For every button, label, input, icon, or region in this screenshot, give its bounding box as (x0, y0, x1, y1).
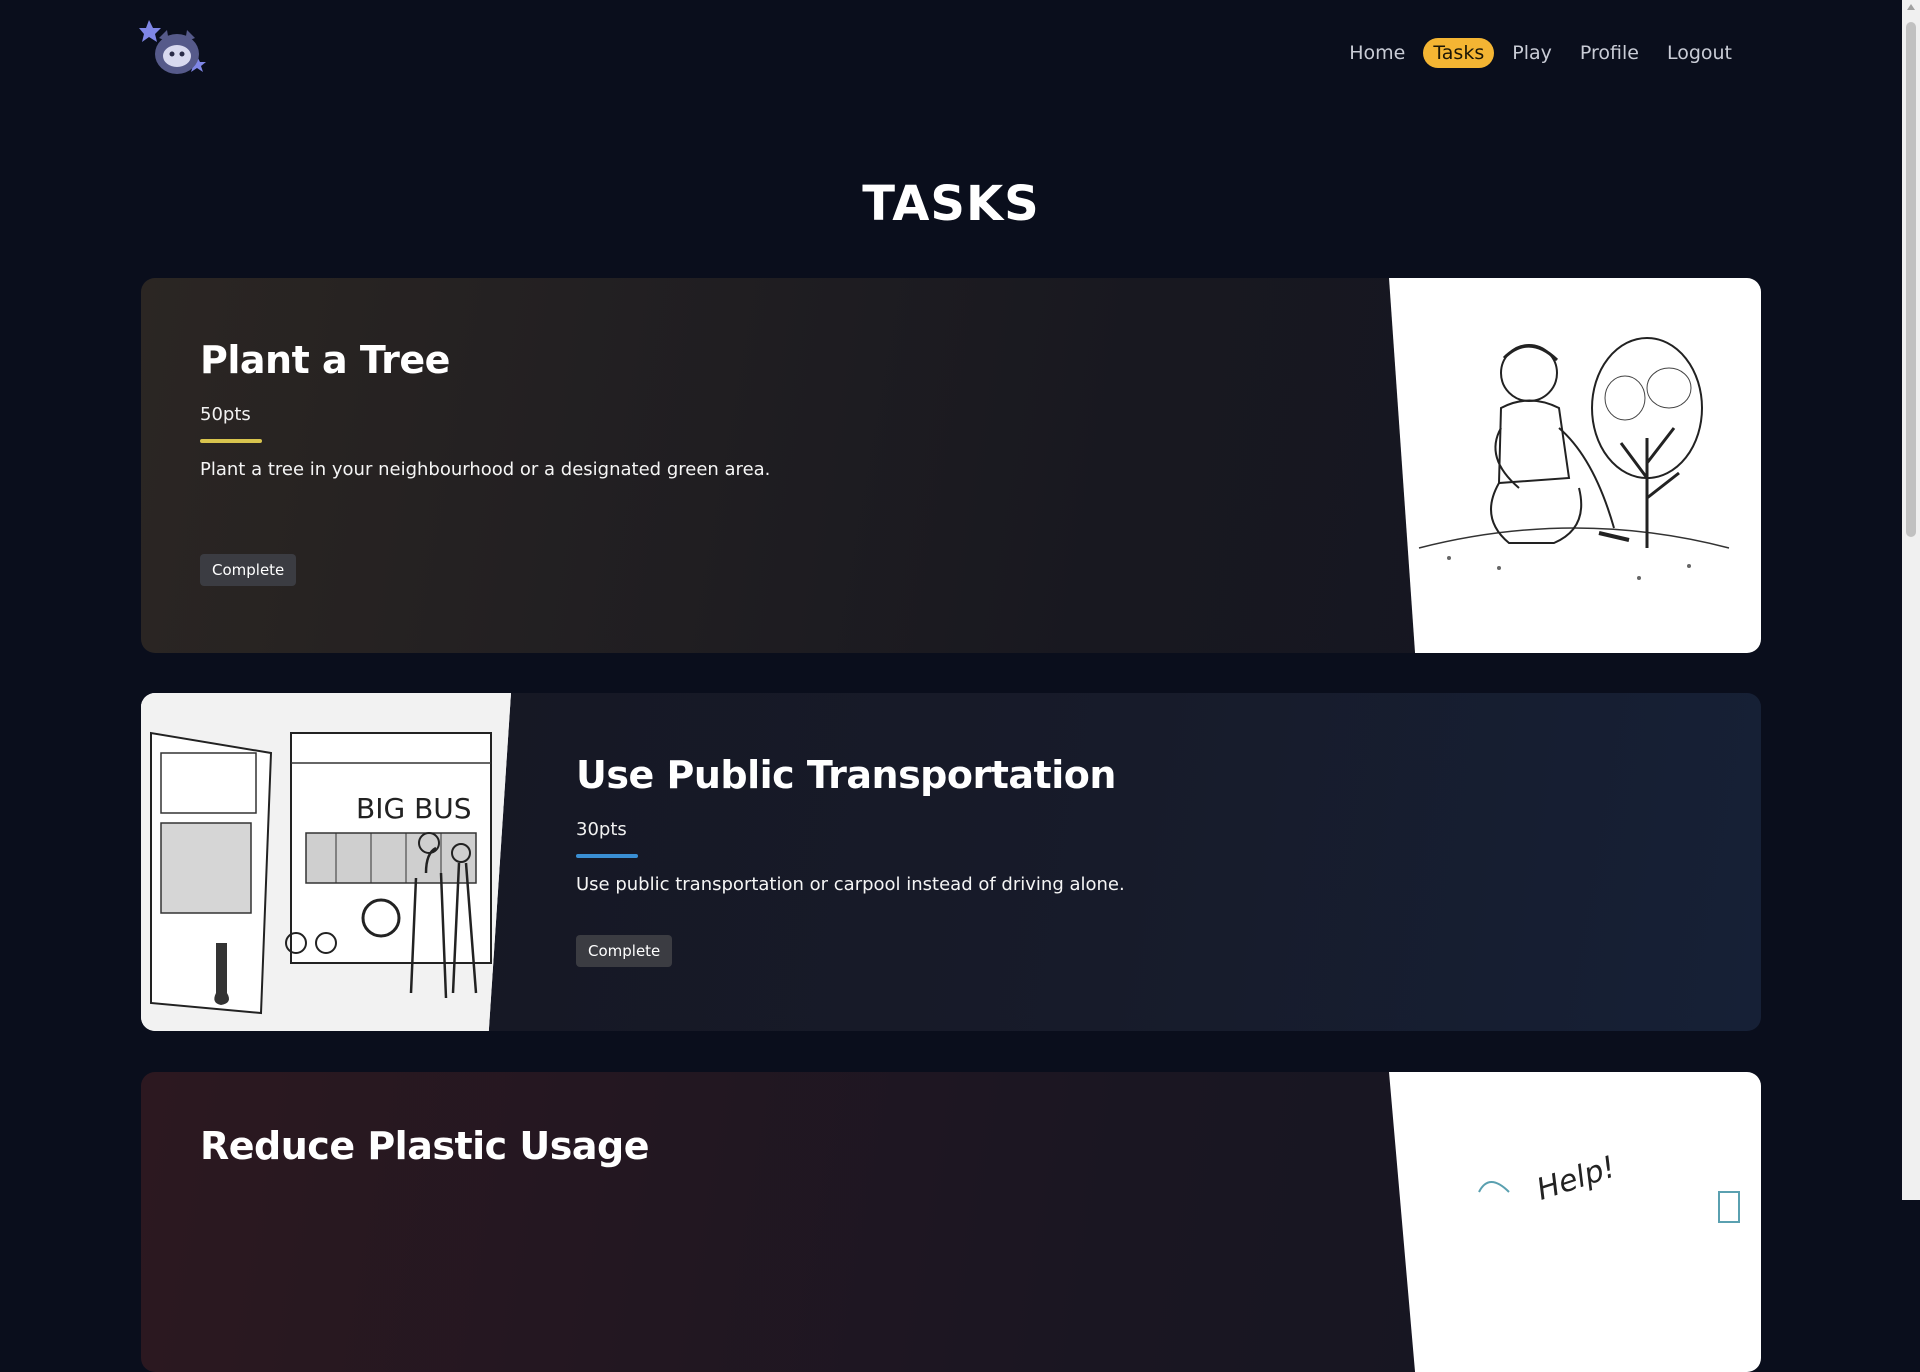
task-points: 30pts (576, 819, 627, 840)
task-card-plant-tree: Plant a Tree 50pts Plant a tree in your … (141, 278, 1761, 653)
scrollbar-thumb[interactable] (1906, 22, 1916, 537)
nav-home[interactable]: Home (1339, 38, 1415, 68)
points-underline (200, 439, 262, 443)
task-description: Plant a tree in your neighbourhood or a … (200, 459, 771, 480)
complete-button[interactable]: Complete (200, 554, 297, 586)
scroll-up-arrow-icon[interactable] (1907, 4, 1915, 10)
nav-profile[interactable]: Profile (1570, 38, 1649, 68)
nav-logout[interactable]: Logout (1657, 38, 1742, 68)
bus-sign: BIG BUS (356, 792, 472, 825)
nav-links: Home Tasks Play Profile Logout (1339, 38, 1742, 68)
top-navbar: Home Tasks Play Profile Logout (0, 0, 1902, 110)
task-description: Use public transportation or carpool ins… (576, 874, 1125, 895)
task-title: Use Public Transportation (576, 753, 1116, 797)
task-card-reduce-plastic: Reduce Plastic Usage Help! (141, 1072, 1761, 1372)
task-card-public-transport: BIG BUS Use Public Transportation 30pts … (141, 693, 1761, 1031)
points-underline (576, 854, 638, 858)
tree-planting-image (1389, 278, 1761, 653)
task-title: Plant a Tree (200, 338, 450, 382)
help-text: Help! (1532, 1150, 1619, 1208)
page-scrollbar[interactable] (1902, 0, 1920, 1200)
nav-tasks[interactable]: Tasks (1423, 38, 1495, 68)
task-title: Reduce Plastic Usage (200, 1124, 650, 1168)
nav-play[interactable]: Play (1502, 38, 1562, 68)
plastic-image: Help! (1389, 1072, 1761, 1372)
bus-image: BIG BUS (141, 693, 511, 1031)
task-points: 50pts (200, 404, 251, 425)
page-title: TASKS (862, 176, 1040, 232)
complete-button[interactable]: Complete (576, 935, 673, 967)
task-content: Use Public Transportation 30pts Use publ… (576, 753, 1125, 967)
task-content: Plant a Tree 50pts Plant a tree in your … (200, 338, 770, 586)
app-logo[interactable] (139, 16, 213, 80)
task-content: Reduce Plastic Usage (200, 1124, 650, 1168)
